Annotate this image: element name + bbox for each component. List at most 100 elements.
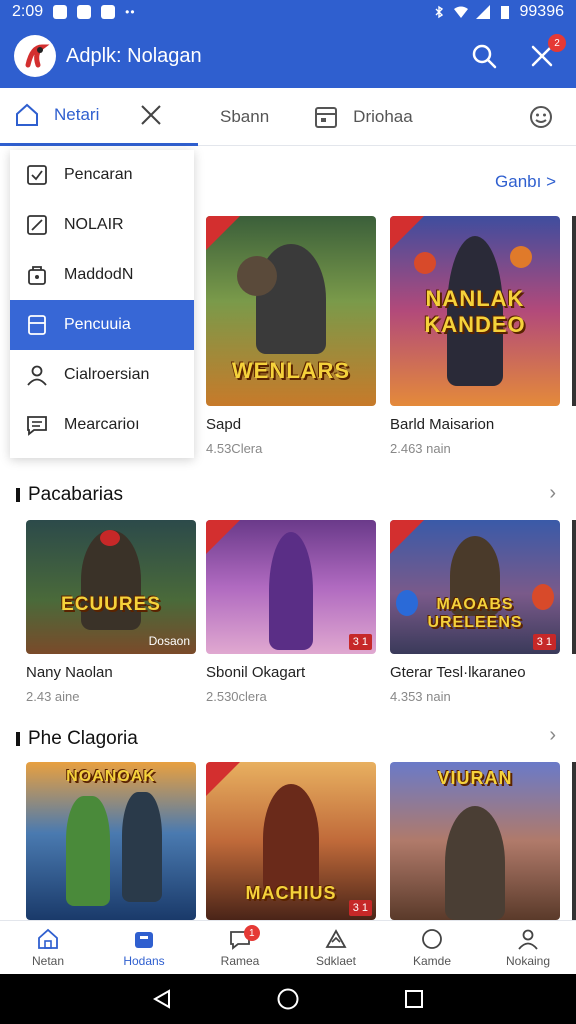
more-icon: ••	[125, 5, 136, 19]
game-card[interactable]: ECUURES Dosaon Nany Naolan 2.43 aine	[26, 520, 196, 704]
nav-label: Sdklaet	[315, 953, 357, 968]
section-header: Pacabarias	[16, 484, 123, 506]
menu-item-label: NOLAIR	[64, 216, 124, 233]
tab-sbann[interactable]: Sbann	[198, 88, 283, 146]
card-icon	[28, 315, 46, 335]
notification-icon	[77, 5, 92, 19]
chevron-right-icon[interactable]: ›	[549, 724, 556, 747]
nav-item-kamde[interactable]: Kamde	[384, 921, 480, 974]
tab-netari[interactable]: Netari	[0, 88, 198, 146]
game-card[interactable]: VIURAN	[390, 762, 560, 920]
game-art-title: MAOABS URELEENS	[427, 596, 523, 631]
game-tag: 3 1	[348, 634, 372, 650]
chevron-right-icon[interactable]: ›	[549, 482, 556, 505]
menu-item-label: Pencaran	[64, 166, 133, 183]
menu-item-label: Cialroersian	[64, 366, 150, 383]
tab-label: Sbann	[220, 106, 270, 126]
menu-item-mearcarior[interactable]: Mearcarioı	[10, 400, 194, 450]
menu-item-label: Pencuuia	[64, 316, 131, 333]
close-icon[interactable]	[139, 103, 163, 127]
game-card[interactable]: NANLAK KANDEO Barld Maisarion 2.463 nain	[390, 216, 560, 456]
game-title: Barld Maisarion	[390, 416, 495, 433]
menu-item-cialroersian[interactable]: Cialroersian	[10, 350, 194, 400]
message-icon	[27, 416, 47, 436]
ribbon-badge	[390, 216, 424, 250]
game-meta: 2.530clera	[206, 689, 267, 704]
search-button[interactable]	[470, 42, 498, 70]
tab-label: Driohaa	[353, 106, 413, 126]
nav-item-nokaing[interactable]: Nokaing	[480, 921, 576, 974]
back-icon[interactable]	[151, 988, 173, 1010]
game-thumbnail: NANLAK KANDEO	[390, 216, 560, 406]
calendar-icon	[315, 106, 338, 128]
game-thumbnail: 3 1	[206, 520, 376, 654]
section-header: Phe Clagoria	[16, 728, 138, 750]
bag-icon	[28, 266, 46, 285]
game-card[interactable]: WENLARS Sapd 4.53Clera	[206, 216, 376, 456]
notification-icon	[53, 5, 68, 19]
nav-item-netan[interactable]: Netan	[0, 921, 96, 974]
nav-item-hodans[interactable]: Hodans	[96, 921, 192, 974]
game-art-title: NOANOAK	[66, 768, 156, 785]
nav-item-ramea[interactable]: 1 Ramea	[192, 921, 288, 974]
smiley-icon	[530, 105, 552, 128]
nav-label: Nokaing	[505, 953, 551, 968]
nav-item-sdklaet[interactable]: Sdklaet	[288, 921, 384, 974]
logo-icon	[25, 44, 50, 68]
next-card-peek	[572, 216, 576, 406]
system-navigation-bar	[0, 974, 576, 1024]
nav-label: Kamde	[412, 953, 452, 968]
ribbon-badge	[206, 520, 240, 554]
nav-label: Hodans	[123, 953, 165, 968]
game-card[interactable]: NOANOAK	[26, 762, 196, 920]
home-circle-icon[interactable]	[276, 987, 300, 1011]
section-title: Pacabarias	[28, 484, 124, 505]
game-title: Sapd	[206, 416, 242, 433]
ribbon-badge	[206, 216, 240, 250]
notification-badge: 2	[548, 34, 566, 52]
game-meta: 2.463 nain	[390, 441, 451, 456]
menu-item-maddodn[interactable]: MaddodN	[10, 250, 194, 300]
person-icon	[518, 929, 538, 950]
next-card-peek	[572, 520, 576, 654]
game-card[interactable]: MAOABS URELEENS 3 1 Gterar Tesl·lkaraneo…	[390, 520, 560, 704]
recents-icon[interactable]	[403, 988, 425, 1010]
menu-item-label: MaddodN	[64, 266, 134, 283]
menu-item-pencaran[interactable]: Pencaran	[10, 150, 194, 200]
close-button[interactable]: 2	[528, 34, 566, 70]
game-meta: 4.53Clera	[206, 441, 263, 456]
menu-item-nolair[interactable]: NOLAIR	[10, 200, 194, 250]
game-tag: Dosaon	[148, 634, 190, 648]
game-thumbnail: MAOABS URELEENS 3 1	[390, 520, 560, 654]
bottom-navigation: Netan Hodans 1 Ramea Sdklaet Kamde Nokai…	[0, 920, 576, 974]
game-card[interactable]: MACHIUS 3 1	[206, 762, 376, 920]
search-icon	[472, 44, 497, 69]
bluetooth-icon	[435, 5, 443, 19]
game-tag: 3 1	[532, 634, 556, 650]
game-thumbnail: VIURAN	[390, 762, 560, 920]
game-title: Nany Naolan	[26, 664, 113, 681]
game-thumbnail: MACHIUS 3 1	[206, 762, 376, 920]
dropdown-menu: Pencaran NOLAIR MaddodN Pencuuia Cialroe…	[10, 150, 194, 458]
game-title: Gterar Tesl·lkaraneo	[390, 664, 526, 681]
game-card[interactable]: 3 1 Sbonil Okagart 2.530clera	[206, 520, 376, 704]
notification-badge: 1	[243, 925, 260, 941]
app-title: Adplk: Nolagan	[66, 44, 202, 67]
game-thumbnail: ECUURES Dosaon	[26, 520, 196, 654]
app-logo[interactable]	[14, 35, 56, 77]
status-bar: 2:09 •• 99396	[0, 0, 576, 24]
person-icon	[27, 365, 47, 386]
app-bar: Adplk: Nolagan 2	[0, 24, 576, 88]
emoji-button[interactable]	[514, 88, 576, 146]
status-battery-text: 99396	[519, 3, 565, 20]
tab-driohaa[interactable]: Driohaa	[283, 88, 427, 146]
notification-icon	[101, 5, 116, 19]
menu-item-pencuuia[interactable]: Pencuuia	[10, 300, 194, 350]
nav-label: Netan	[31, 953, 65, 968]
game-art-title: VIURAN	[437, 768, 513, 788]
game-title: Sbonil Okagart	[206, 664, 306, 681]
see-all-link[interactable]: Ganbı >	[495, 172, 556, 192]
game-art-title: ECUURES	[61, 594, 161, 615]
ribbon-badge	[390, 520, 424, 554]
circle-icon	[422, 928, 442, 949]
